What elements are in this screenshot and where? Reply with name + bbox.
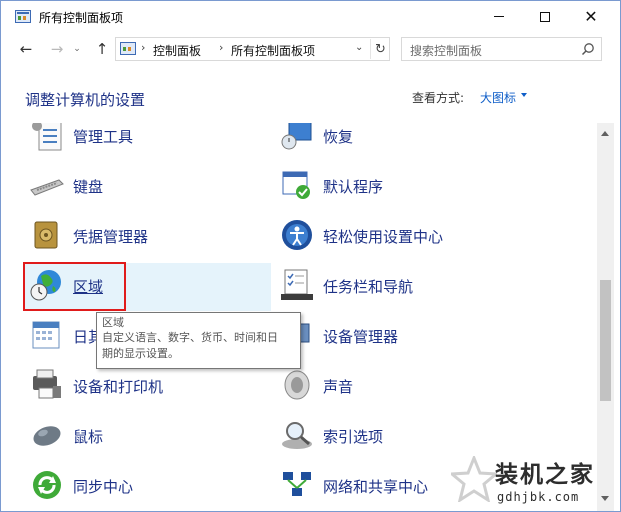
mouse-icon — [33, 426, 61, 446]
calendar-clock-icon — [32, 321, 60, 349]
chevron-down-icon: ⌄ — [73, 44, 81, 54]
admin-tools-icon — [32, 123, 62, 151]
refresh-button[interactable]: ↻ — [370, 39, 390, 59]
item-label: 恢复 — [323, 128, 354, 146]
item-label: 设备和打印机 — [73, 378, 164, 396]
item-label: 键盘 — [73, 178, 104, 196]
item-label: 鼠标 — [73, 428, 104, 446]
item-label: 声音 — [323, 378, 354, 396]
refresh-icon: ↻ — [375, 41, 386, 57]
item-label: 索引选项 — [323, 428, 384, 446]
item-sound[interactable]: 声音 — [275, 363, 521, 411]
scrollbar-thumb[interactable] — [600, 280, 611, 401]
arrow-left-icon: ← — [19, 40, 33, 58]
item-default-programs[interactable]: 默认程序 — [275, 163, 521, 211]
page-title: 调整计算机的设置 — [25, 91, 146, 109]
maximize-icon — [540, 11, 550, 22]
scroll-up-icon[interactable] — [601, 131, 609, 136]
item-label: 管理工具 — [73, 128, 134, 146]
item-label: 凭据管理器 — [73, 228, 149, 246]
indexing-magnifier-icon — [282, 422, 312, 449]
star-logo-icon — [451, 456, 497, 502]
breadcrumb-all-items[interactable]: 所有控制面板项 — [231, 42, 315, 59]
tooltip-line-2: 期的显示设置。 — [102, 347, 179, 360]
close-button[interactable]: ✕ — [568, 1, 614, 32]
control-panel-icon — [15, 10, 31, 23]
item-sync-center[interactable]: 同步中心 — [25, 463, 271, 511]
item-taskbar-navigation[interactable]: 任务栏和导航 — [275, 263, 521, 311]
view-by-label: 查看方式: — [412, 91, 465, 105]
item-label: 默认程序 — [323, 178, 384, 196]
tooltip-line-1: 自定义语言、数字、货币、时间和日 — [102, 331, 278, 344]
item-administrative-tools[interactable]: 管理工具 — [25, 123, 271, 161]
recovery-icon — [281, 123, 312, 150]
arrow-right-icon: → — [50, 40, 64, 58]
item-ease-of-access[interactable]: 轻松使用设置中心 — [275, 213, 521, 261]
site-watermark: 装机之家 gdhjbk.com — [451, 453, 620, 511]
taskbar-icon — [281, 269, 313, 300]
window-title: 所有控制面板项 — [39, 11, 124, 25]
printer-icon — [33, 369, 61, 399]
region-tooltip: 区域 自定义语言、数字、货币、时间和日 期的显示设置。 — [96, 312, 301, 369]
title-bar[interactable]: 所有控制面板项 ✕ — [1, 1, 620, 32]
search-placeholder: 搜索控制面板 — [410, 44, 483, 58]
speaker-icon — [284, 370, 310, 400]
control-panel-icon — [120, 42, 136, 55]
close-icon: ✕ — [584, 6, 598, 26]
navigation-bar: ← → ⌄ ↑ › 控制面板 › 所有控制面板项 ⌄ ↻ 搜索控制面板 — [1, 33, 620, 65]
watermark-title: 装机之家 — [495, 461, 595, 488]
item-label: 设备管理器 — [323, 328, 399, 346]
up-button[interactable]: ↑ — [91, 38, 113, 60]
address-dropdown-icon[interactable]: ⌄ — [355, 42, 363, 53]
watermark-url: gdhjbk.com — [497, 490, 580, 504]
network-icon — [283, 472, 311, 496]
item-recovery[interactable]: 恢复 — [275, 123, 521, 161]
control-panel-window: 所有控制面板项 ✕ ← → ⌄ ↑ › 控制面板 › 所有控制面板项 ⌄ ↻ 搜… — [0, 0, 621, 512]
breadcrumb-control-panel[interactable]: 控制面板 — [153, 42, 201, 59]
forward-button[interactable]: → — [46, 38, 68, 60]
item-devices-printers[interactable]: 设备和打印机 — [25, 363, 271, 411]
view-by-dropdown[interactable]: 大图标 — [480, 89, 516, 106]
tooltip-title: 区域 — [102, 316, 124, 329]
item-label: 网络和共享中心 — [323, 478, 429, 496]
item-mouse[interactable]: 鼠标 — [25, 413, 271, 461]
recent-locations-button[interactable]: ⌄ — [71, 38, 83, 60]
highlight-annotation-box — [23, 262, 126, 311]
back-button[interactable]: ← — [15, 38, 37, 60]
maximize-button[interactable] — [522, 1, 568, 32]
credential-vault-icon — [34, 221, 58, 249]
chevron-right-icon[interactable]: › — [141, 41, 145, 54]
item-keyboard[interactable]: 键盘 — [25, 163, 271, 211]
minimize-icon — [494, 16, 504, 17]
search-icon[interactable] — [581, 42, 595, 56]
item-label: 轻松使用设置中心 — [323, 228, 444, 246]
arrow-up-icon: ↑ — [95, 40, 109, 58]
caret-down-icon[interactable] — [521, 93, 527, 97]
item-device-manager[interactable]: 设备管理器 — [275, 313, 521, 361]
item-credential-manager[interactable]: 凭据管理器 — [25, 213, 271, 261]
address-bar[interactable]: › 控制面板 › 所有控制面板项 ⌄ ↻ — [115, 37, 390, 61]
minimize-button[interactable] — [476, 1, 522, 32]
chevron-right-icon[interactable]: › — [219, 41, 223, 54]
item-label: 同步中心 — [73, 478, 134, 496]
keyboard-icon — [30, 179, 64, 196]
search-input[interactable]: 搜索控制面板 — [401, 37, 602, 61]
item-label: 任务栏和导航 — [323, 278, 414, 296]
sync-icon — [33, 471, 61, 499]
default-programs-icon — [282, 171, 310, 199]
ease-of-access-icon — [282, 220, 312, 250]
